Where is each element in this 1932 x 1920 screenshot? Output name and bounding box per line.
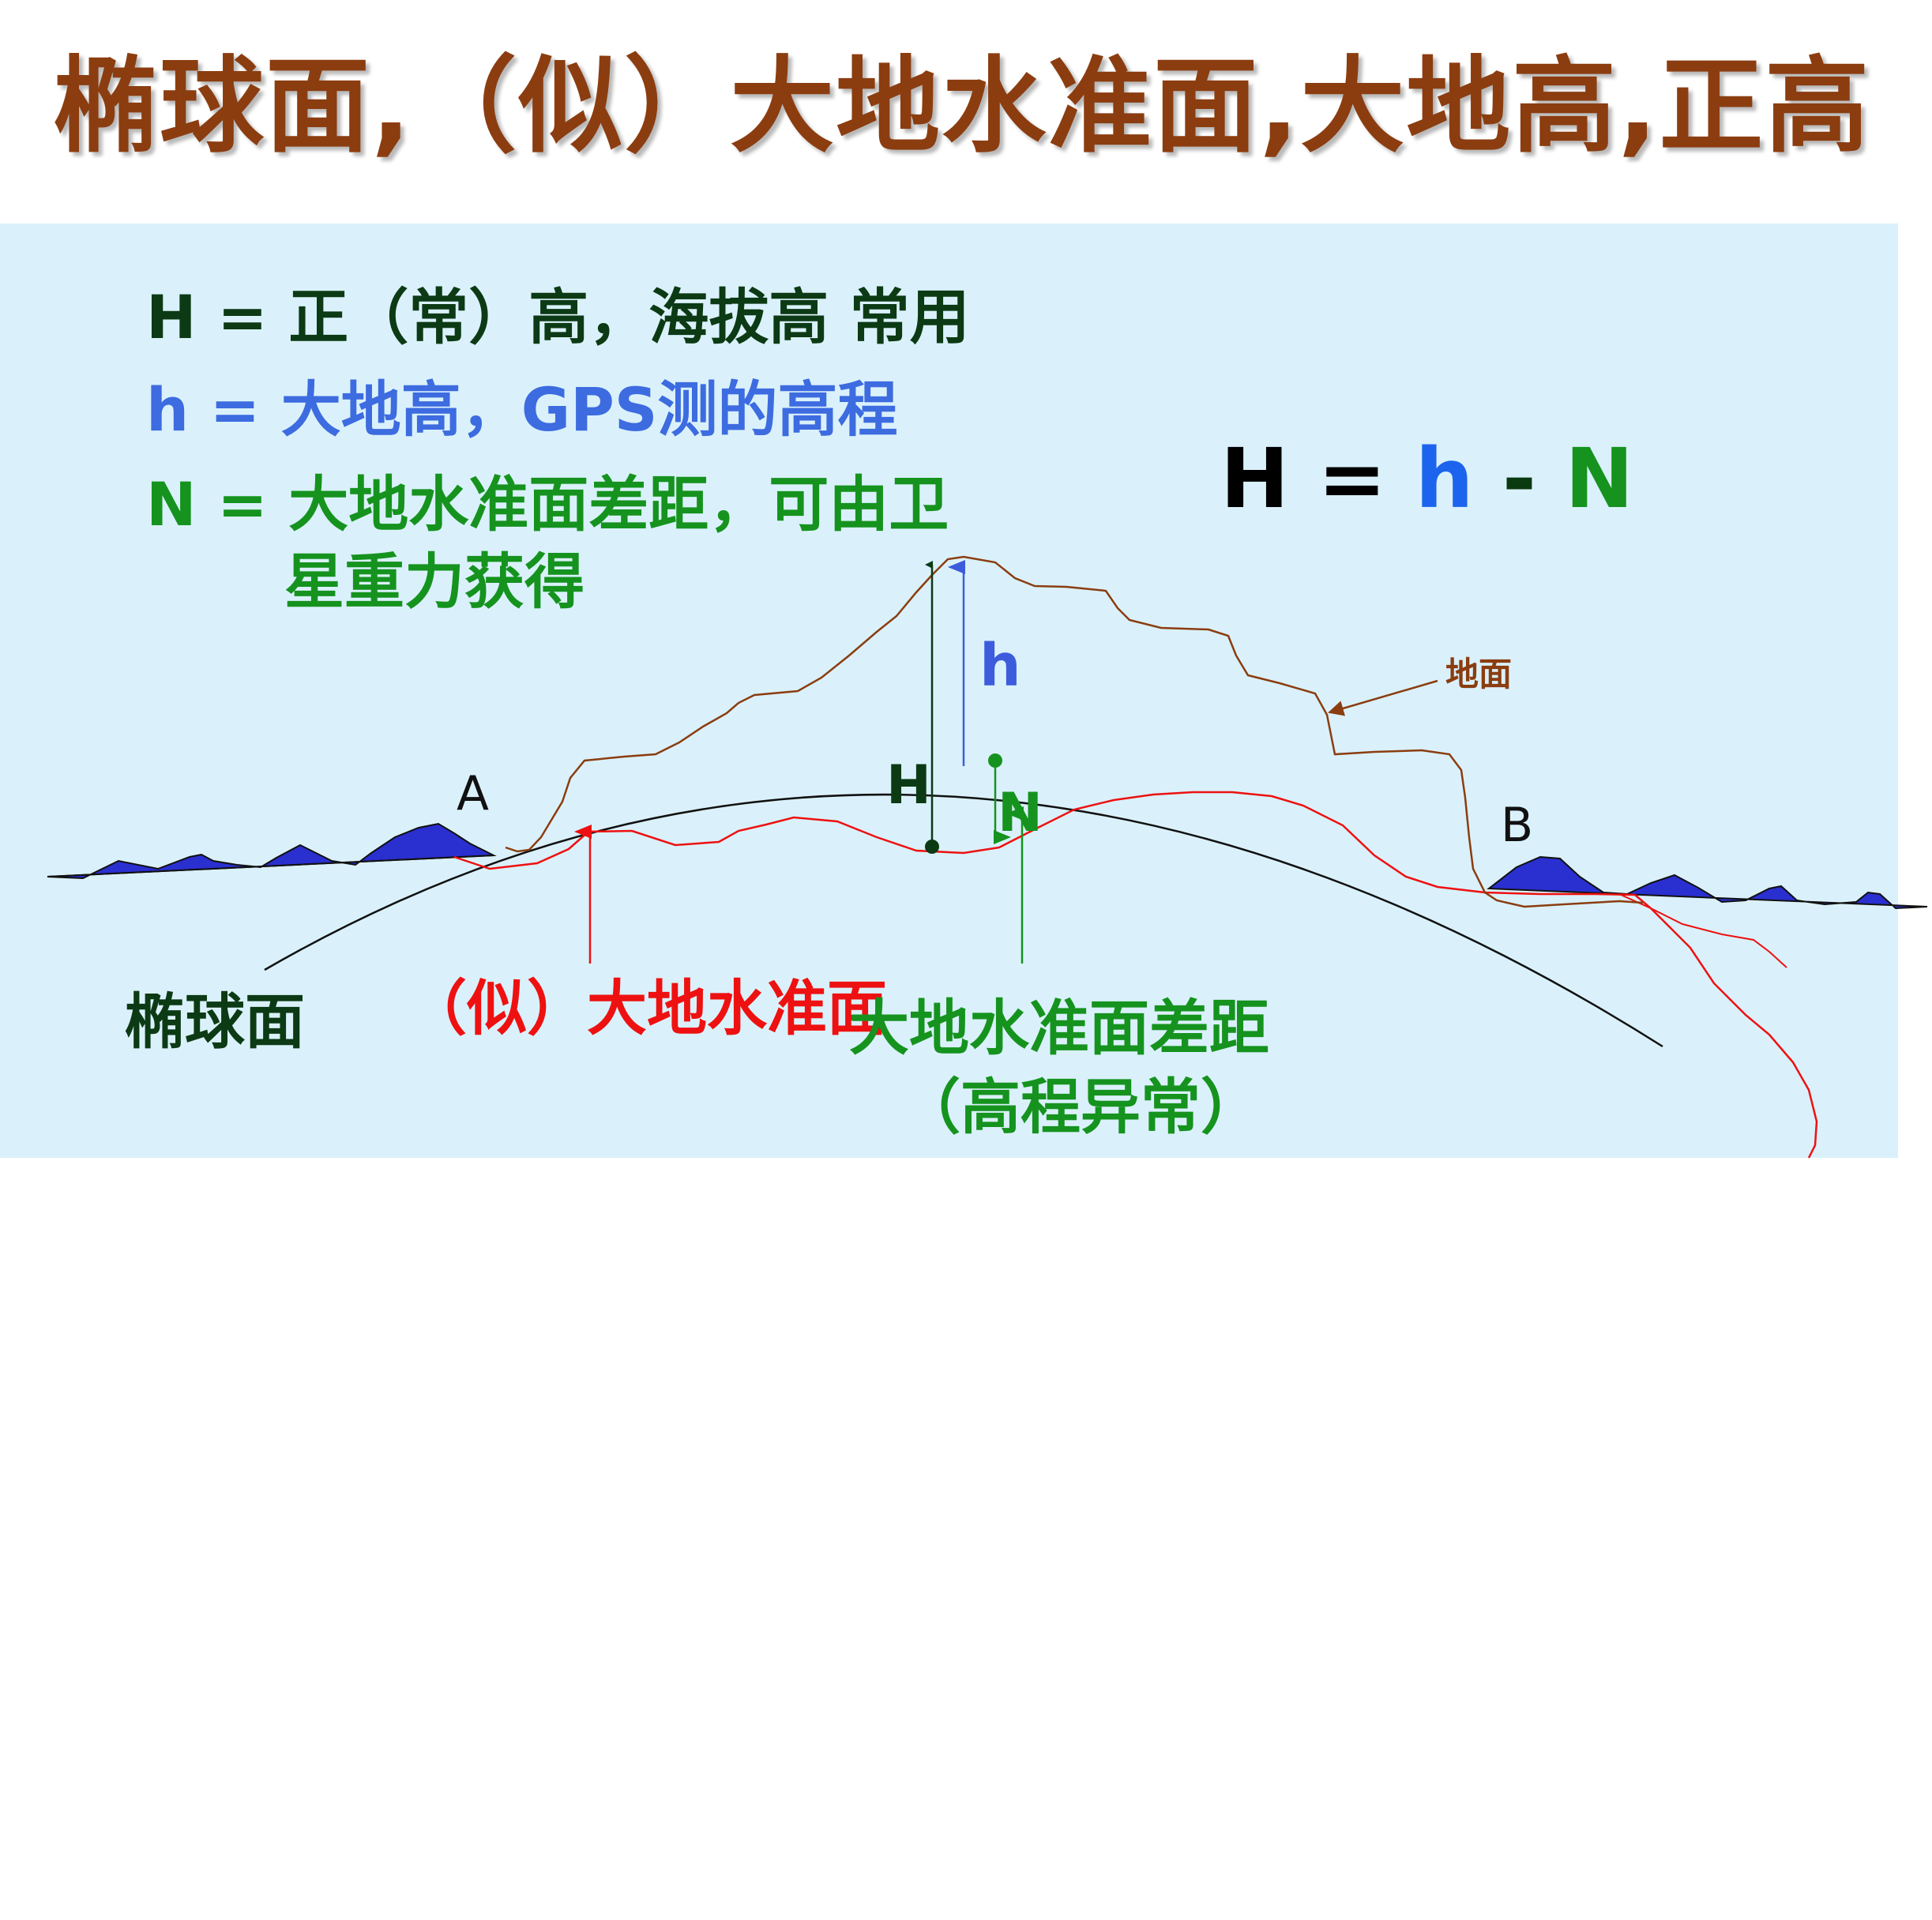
label-N: N: [998, 782, 1043, 844]
label-H: H: [886, 754, 931, 817]
label-ground: 地面: [1445, 655, 1513, 693]
label-h: h: [979, 632, 1021, 700]
label-point-B: B: [1501, 798, 1534, 853]
label-geoid: （似）大地水准面: [407, 973, 887, 1043]
geoid-branch: [1618, 893, 1787, 968]
ground-pointer-arrow: [1328, 679, 1438, 716]
label-ellipsoid: 椭球面: [125, 986, 305, 1057]
sea-waves-right: [1487, 855, 1928, 910]
label-point-A: A: [457, 766, 490, 821]
geodesy-diagram: [47, 555, 1928, 1159]
label-geoid-separation: 大地水准面差距: [849, 993, 1269, 1063]
geoid-point: [925, 840, 939, 854]
label-height-anomaly: （高程异常）: [900, 1072, 1261, 1142]
sea-waves-left: [47, 822, 497, 880]
ground-surface-curve: [505, 555, 1644, 908]
